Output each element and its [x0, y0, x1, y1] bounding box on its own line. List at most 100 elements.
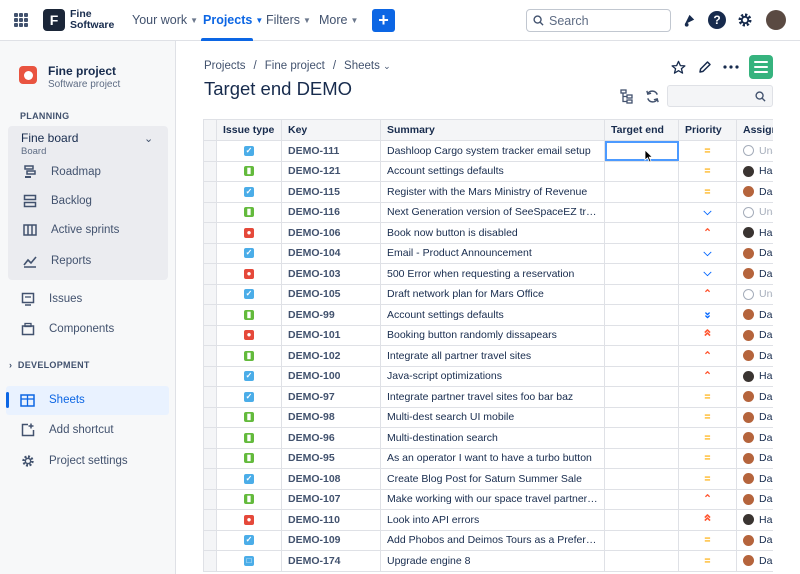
cell-issue-type[interactable]: ✓: [216, 365, 282, 387]
nav-filters[interactable]: Filters ▼: [266, 13, 311, 27]
row-handle[interactable]: [203, 509, 217, 531]
cell-key[interactable]: DEMO-103: [281, 263, 381, 285]
nav-more[interactable]: More ▼: [319, 13, 358, 27]
sidebar-item-components[interactable]: Components: [20, 322, 114, 336]
cell-target-end[interactable]: [604, 242, 679, 264]
cell-assignee[interactable]: Dar: [736, 406, 773, 428]
table-row[interactable]: ▮ DEMO-116 Next Generation version of SeeS…: [203, 201, 773, 223]
cell-priority[interactable]: =: [678, 181, 737, 203]
cell-summary[interactable]: Register with the Mars Ministry of Reven…: [380, 181, 605, 203]
cell-summary[interactable]: Multi-destination search: [380, 427, 605, 449]
sidebar-item-active-sprints[interactable]: Active sprints: [22, 223, 119, 237]
cell-target-end[interactable]: [604, 509, 679, 531]
cell-summary[interactable]: Email - Product Announcement: [380, 242, 605, 264]
cell-key[interactable]: DEMO-174: [281, 550, 381, 572]
cell-summary[interactable]: Create Blog Post for Saturn Summer Sale: [380, 468, 605, 490]
table-row[interactable]: ▮ DEMO-99Account settings defaults ⌄ Dar: [203, 304, 773, 326]
column-header-assignee[interactable]: Assignee: [736, 119, 773, 141]
cell-assignee[interactable]: Dar: [736, 263, 773, 285]
chevron-down-icon[interactable]: ⌄: [144, 132, 153, 145]
sheets-app-logo[interactable]: [749, 55, 773, 79]
cell-assignee[interactable]: Dar: [736, 304, 773, 326]
cell-issue-type[interactable]: ✓: [216, 468, 282, 490]
cell-summary[interactable]: Integrate partner travel sites foo bar b…: [380, 386, 605, 408]
cell-priority[interactable]: ⌃: [678, 283, 737, 305]
cell-target-end[interactable]: [604, 283, 679, 305]
table-row[interactable]: ● DEMO-101 Booking button randomly dissape…: [203, 324, 773, 346]
breadcrumb-sheets[interactable]: Sheets ⌄: [344, 60, 391, 72]
row-handle[interactable]: [203, 529, 217, 551]
cell-assignee[interactable]: Dar: [736, 447, 773, 469]
cell-assignee[interactable]: Dar: [736, 345, 773, 367]
cell-target-end[interactable]: [604, 181, 679, 203]
cell-assignee[interactable]: Dar: [736, 181, 773, 203]
row-handle[interactable]: [203, 447, 217, 469]
cell-assignee[interactable]: Dar: [736, 488, 773, 510]
row-handle[interactable]: [203, 324, 217, 346]
cell-target-end[interactable]: [604, 468, 679, 490]
table-row[interactable]: ● DEMO-103 500 Error when requesting a res…: [203, 263, 773, 285]
table-row[interactable]: ✓ DEMO-109 Add Phobos and Deimos Tours as …: [203, 529, 773, 551]
search-input[interactable]: [549, 13, 659, 28]
help-icon[interactable]: ?: [708, 11, 726, 29]
cell-issue-type[interactable]: ●: [216, 222, 282, 244]
cell-priority[interactable]: ⌃: [678, 488, 737, 510]
cell-issue-type[interactable]: ✓: [216, 242, 282, 264]
cell-key[interactable]: DEMO-106: [281, 222, 381, 244]
cell-priority[interactable]: ⌵: [678, 201, 737, 223]
row-handle[interactable]: [203, 345, 217, 367]
breadcrumb-projects[interactable]: Projects: [204, 60, 246, 72]
cell-summary[interactable]: 500 Error when requesting a reservation: [380, 263, 605, 285]
cell-issue-type[interactable]: ✓: [216, 529, 282, 551]
cell-assignee[interactable]: Dar: [736, 529, 773, 551]
cell-target-end[interactable]: [604, 447, 679, 469]
breadcrumb-project[interactable]: Fine project: [265, 60, 325, 72]
cell-key[interactable]: DEMO-111: [281, 140, 381, 162]
cell-priority[interactable]: =: [678, 529, 737, 551]
cell-target-end[interactable]: [604, 263, 679, 285]
cell-summary[interactable]: Look into API errors: [380, 509, 605, 531]
cell-key[interactable]: DEMO-105: [281, 283, 381, 305]
cell-summary[interactable]: Add Phobos and Deimos Tours as a Preferr…: [380, 529, 605, 551]
table-row[interactable]: ✓ DEMO-105 Draft network plan for Mars Off…: [203, 283, 773, 305]
row-handle[interactable]: [203, 283, 217, 305]
row-handle[interactable]: [203, 201, 217, 223]
more-options-icon[interactable]: [723, 59, 739, 75]
cell-summary[interactable]: Draft network plan for Mars Office: [380, 283, 605, 305]
sidebar-item-reports[interactable]: Reports: [22, 254, 91, 268]
cell-assignee[interactable]: Dar: [736, 550, 773, 572]
table-row[interactable]: ● DEMO-110Look into API errors ⌃ Har: [203, 509, 773, 531]
cell-target-end[interactable]: [604, 222, 679, 244]
table-row[interactable]: □ DEMO-174Upgrade engine 8 = Dar: [203, 550, 773, 572]
cell-target-end[interactable]: [604, 160, 679, 182]
cell-key[interactable]: DEMO-102: [281, 345, 381, 367]
cell-key[interactable]: DEMO-99: [281, 304, 381, 326]
row-handle[interactable]: [203, 304, 217, 326]
row-handle[interactable]: [203, 242, 217, 264]
cell-assignee[interactable]: Dar: [736, 386, 773, 408]
cell-priority[interactable]: ⌵: [678, 263, 737, 285]
cell-issue-type[interactable]: ▮: [216, 427, 282, 449]
column-header-target-end[interactable]: Target end: [604, 119, 679, 141]
sidebar-item-roadmap[interactable]: Roadmap: [22, 165, 101, 179]
row-handle[interactable]: [203, 140, 217, 162]
cell-issue-type[interactable]: ▮: [216, 304, 282, 326]
cell-summary[interactable]: As an operator I want to have a turbo bu…: [380, 447, 605, 469]
user-avatar[interactable]: [766, 10, 786, 30]
cell-issue-type[interactable]: ●: [216, 324, 282, 346]
cell-issue-type[interactable]: ●: [216, 509, 282, 531]
cell-priority[interactable]: =: [678, 406, 737, 428]
hierarchy-icon[interactable]: [619, 88, 635, 104]
row-handle[interactable]: [203, 263, 217, 285]
logo[interactable]: F Fine Software: [43, 9, 114, 31]
cell-priority[interactable]: ⌃: [678, 365, 737, 387]
cell-key[interactable]: DEMO-108: [281, 468, 381, 490]
cell-priority[interactable]: =: [678, 427, 737, 449]
cell-issue-type[interactable]: ▮: [216, 447, 282, 469]
cell-issue-type[interactable]: ▮: [216, 201, 282, 223]
sidebar-item-add-shortcut[interactable]: Add shortcut: [20, 423, 114, 437]
row-handle[interactable]: [203, 181, 217, 203]
cell-summary[interactable]: Book now button is disabled: [380, 222, 605, 244]
cell-target-end[interactable]: [604, 324, 679, 346]
cell-issue-type[interactable]: ✓: [216, 181, 282, 203]
